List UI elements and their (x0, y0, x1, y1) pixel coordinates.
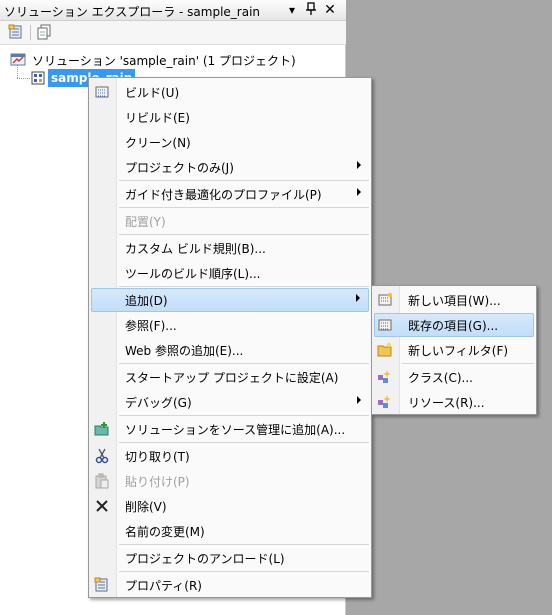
submenu-item-class[interactable]: クラス(C)... (374, 365, 534, 389)
panel-title: ソリューション エクスプローラ - sample_rain (4, 5, 261, 19)
menu-item-add[interactable]: 追加(D) (91, 288, 369, 312)
menu-item-label: 配置(Y) (125, 215, 166, 229)
menu-separator (119, 442, 369, 443)
window-position-dropdown-icon[interactable]: ▾ (284, 2, 300, 18)
close-icon[interactable]: ✕ (322, 2, 338, 18)
menu-item-label: 参照(F)... (125, 319, 177, 333)
properties-icon (94, 577, 110, 593)
panel-titlebar: ソリューション エクスプローラ - sample_rain ▾ ✕ (0, 0, 346, 21)
project-icon (30, 70, 46, 86)
menu-item-references[interactable]: 参照(F)... (91, 313, 369, 337)
menu-separator (119, 571, 369, 572)
submenu-arrow-icon (357, 161, 361, 169)
menu-item-label: プロジェクトのアンロード(L) (125, 552, 285, 566)
menu-separator (119, 234, 369, 235)
menu-item-label: カスタム ビルド規則(B)... (125, 242, 266, 256)
new-item-icon (377, 292, 393, 308)
menu-separator (119, 544, 369, 545)
menu-item-paste: 貼り付け(P) (91, 469, 369, 493)
menu-separator (119, 207, 369, 208)
menu-item-label: クリーン(N) (125, 136, 191, 150)
menu-item-properties[interactable]: プロパティ(R) (91, 573, 369, 597)
build-icon (94, 84, 110, 100)
menu-item-cut[interactable]: 切り取り(T) (91, 444, 369, 468)
menu-item-label: デバッグ(G) (125, 396, 192, 410)
auto-hide-pin-icon[interactable] (303, 2, 319, 18)
menu-item-add-to-source-control[interactable]: ソリューションをソース管理に追加(A)... (91, 417, 369, 441)
menu-item-label: 削除(V) (125, 500, 167, 514)
toolbar-separator (30, 25, 31, 40)
properties-icon[interactable] (8, 24, 24, 40)
menu-separator (402, 363, 534, 364)
menu-separator (119, 180, 369, 181)
add-submenu: 新しい項目(W)... 既存の項目(G)... 新しいフィルタ(F) クラス(C… (371, 285, 537, 415)
submenu-item-new-filter[interactable]: 新しいフィルタ(F) (374, 338, 534, 362)
menu-item-label: 新しい項目(W)... (408, 294, 501, 308)
submenu-arrow-icon (356, 294, 360, 302)
menu-item-project-only[interactable]: プロジェクトのみ(J) (91, 155, 369, 179)
existing-item-icon (377, 317, 393, 333)
menu-separator (119, 286, 369, 287)
menu-item-label: ガイド付き最適化のプロファイル(P) (125, 188, 322, 202)
menu-item-label: ソリューションをソース管理に追加(A)... (125, 423, 346, 437)
menu-item-label: 追加(D) (125, 294, 168, 308)
scissors-icon (94, 448, 110, 464)
submenu-item-existing-item[interactable]: 既存の項目(G)... (374, 313, 534, 337)
menu-item-label: プロジェクトのみ(J) (125, 161, 234, 175)
tree-item-solution[interactable]: ソリューション 'sample_rain' (1 プロジェクト) (10, 50, 340, 68)
menu-item-custom-build-rules[interactable]: カスタム ビルド規則(B)... (91, 236, 369, 260)
menu-item-tool-build-order[interactable]: ツールのビルド順序(L)... (91, 261, 369, 285)
menu-item-label: 新しいフィルタ(F) (408, 344, 509, 358)
add-source-control-icon (94, 421, 110, 437)
menu-item-label: リソース(R)... (408, 396, 485, 410)
menu-item-set-startup-project[interactable]: スタートアップ プロジェクトに設定(A) (91, 365, 369, 389)
menu-item-label: 貼り付け(P) (125, 475, 190, 489)
menu-item-label: スタートアップ プロジェクトに設定(A) (125, 371, 339, 385)
submenu-arrow-icon (357, 188, 361, 196)
solution-icon (10, 51, 26, 67)
panel-toolbar (0, 21, 346, 45)
paste-icon (94, 473, 110, 489)
menu-item-rename[interactable]: 名前の変更(M) (91, 519, 369, 543)
submenu-item-resource[interactable]: リソース(R)... (374, 390, 534, 414)
delete-x-icon (94, 498, 110, 514)
menu-item-clean[interactable]: クリーン(N) (91, 130, 369, 154)
show-all-files-icon[interactable] (36, 24, 52, 40)
menu-item-unload-project[interactable]: プロジェクトのアンロード(L) (91, 546, 369, 570)
class-wizard-icon (377, 369, 393, 385)
menu-item-label: ビルド(U) (125, 86, 180, 100)
menu-item-label: 切り取り(T) (125, 450, 190, 464)
menu-item-label: ツールのビルド順序(L)... (125, 267, 261, 281)
menu-item-debug[interactable]: デバッグ(G) (91, 390, 369, 414)
solution-label: ソリューション 'sample_rain' (1 プロジェクト) (32, 54, 296, 68)
menu-item-label: 既存の項目(G)... (408, 319, 499, 333)
menu-separator (119, 415, 369, 416)
menu-item-build[interactable]: ビルド(U) (91, 80, 369, 104)
menu-separator (119, 363, 369, 364)
submenu-item-new-item[interactable]: 新しい項目(W)... (374, 288, 534, 312)
menu-item-label: リビルド(E) (125, 111, 190, 125)
menu-item-label: 名前の変更(M) (125, 525, 205, 539)
submenu-arrow-icon (357, 396, 361, 404)
menu-item-label: Web 参照の追加(E)... (125, 344, 244, 358)
menu-item-deploy: 配置(Y) (91, 209, 369, 233)
menu-item-label: プロパティ(R) (125, 579, 202, 593)
menu-item-rebuild[interactable]: リビルド(E) (91, 105, 369, 129)
folder-icon (377, 342, 393, 358)
menu-item-label: クラス(C)... (408, 371, 473, 385)
menu-item-delete[interactable]: 削除(V) (91, 494, 369, 518)
project-context-menu: ビルド(U) リビルド(E) クリーン(N) プロジェクトのみ(J) ガイド付き… (88, 77, 372, 598)
resource-wizard-icon (377, 394, 393, 410)
menu-item-add-web-reference[interactable]: Web 参照の追加(E)... (91, 338, 369, 362)
menu-item-pgo-profile[interactable]: ガイド付き最適化のプロファイル(P) (91, 182, 369, 206)
